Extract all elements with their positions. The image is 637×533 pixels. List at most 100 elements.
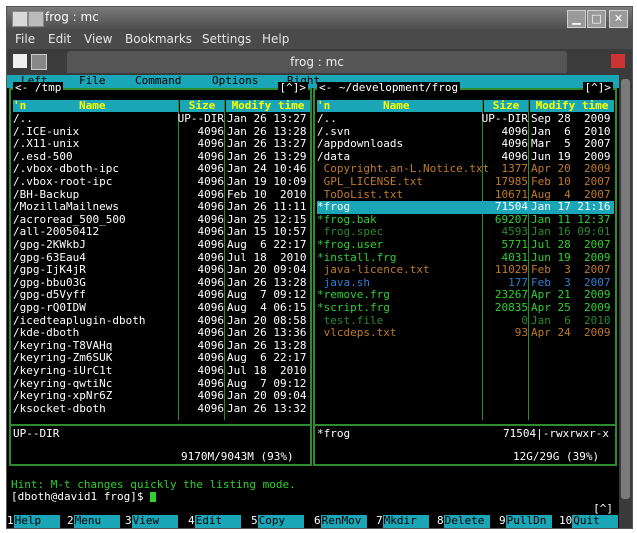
left-file-row[interactable]: /ksocket-dboth 4096 Jan 26 13:32 (13, 401, 310, 416)
fkey-quit[interactable]: 10Quit (559, 514, 619, 528)
left-file-name: /.vbox-root-ipc (13, 175, 113, 188)
fkey-number: 9 (499, 514, 506, 527)
fkey-mkdir[interactable]: 7Mkdir (376, 514, 429, 528)
left-file-row[interactable]: /.vbox-root-ipc 4096 Jan 19 10:09 (13, 175, 310, 189)
right-file-name: /appdownloads (317, 137, 404, 151)
left-panel[interactable]: <- /tmp [^]> 'n Name Size Modify time /.… (9, 81, 312, 466)
right-file-name: /.. (317, 112, 337, 125)
tab-frog[interactable]: frog : mc (67, 51, 567, 73)
menu-file[interactable]: File (15, 32, 35, 46)
right-file-mtime: Apr 24 2009 (531, 326, 611, 340)
menu-view[interactable]: View (84, 32, 112, 46)
fkey-label: Help (13, 514, 60, 528)
new-tab-icon[interactable] (13, 54, 27, 68)
right-file-mtime: Apr 25 2009 (531, 301, 611, 314)
fkey-edit[interactable]: 4Edit (188, 514, 241, 528)
left-file-name: /.. (13, 112, 33, 125)
left-name-header[interactable]: 'n Name (13, 99, 178, 112)
right-file-size: UP--DIR (481, 112, 528, 125)
left-file-name: /gpg-2KWkbJ (13, 238, 86, 251)
left-file-mtime: Jan 26 13:36 (227, 326, 307, 340)
left-file-row[interactable]: /MozillaMailnews 4096 Jan 26 11:11 (13, 201, 310, 214)
left-file-name: /gpg-IjK4jR (13, 263, 86, 277)
left-panel-corner[interactable]: [^]> (277, 81, 308, 95)
fkey-view[interactable]: 3View (125, 514, 178, 528)
left-mtime-header[interactable]: Modify time (226, 99, 310, 112)
maximize-icon[interactable]: □ (587, 10, 606, 28)
right-file-row[interactable]: /appdownloads 4096 Mar 5 2007 (317, 138, 614, 151)
right-file-row[interactable]: GPL_LICENSE.txt 17985 Feb 10 2007 (317, 175, 614, 189)
left-file-mtime: Jan 20 09:04 (227, 263, 307, 277)
right-file-row[interactable]: *script.frg 20835 Apr 25 2009 (317, 301, 614, 315)
function-key-bar: 1Help 2Menu 3View 4Edit 5Copy 6RenMov 7Mkdir 8D… (7, 514, 619, 528)
menu-settings[interactable]: Settings (202, 32, 251, 46)
terminal-area[interactable]: Left File Command Options Right <- /tmp … (7, 74, 619, 528)
left-info-line: UP--DIR (13, 427, 60, 440)
fkey-number: 1 (7, 514, 14, 527)
left-file-row[interactable]: /keyring-xpNr6Z 4096 Jan 20 09:04 (13, 390, 310, 403)
right-file-mtime: Sep 28 2009 (531, 112, 611, 125)
right-file-size: 71504 (494, 200, 528, 214)
right-file-row[interactable]: vlcdeps.txt 93 Apr 24 2009 (317, 327, 614, 340)
terminal-app-icon (28, 11, 44, 27)
right-name-header[interactable]: 'n Name (317, 99, 482, 112)
left-file-mtime: Jul 18 2010 (227, 364, 307, 377)
left-file-size: 4096 (197, 301, 225, 314)
left-file-row[interactable]: /keyring-iUrC1t 4096 Jul 18 2010 (13, 364, 310, 378)
right-file-row[interactable]: *frog.user 5771 Jul 28 2007 (317, 238, 614, 252)
right-file-row[interactable]: *frog 71504 Jan 17 21:16 (317, 201, 614, 214)
left-file-row[interactable]: /.. UP--DIR Jan 26 13:27 (13, 112, 310, 126)
left-name-header-label: Name (79, 99, 106, 112)
left-file-size: 4096 (197, 401, 225, 415)
close-tab-icon[interactable] (611, 54, 625, 68)
menu-bookmarks[interactable]: Bookmarks (125, 32, 192, 46)
minimize-icon[interactable]: ▁ (567, 10, 586, 28)
scrollbar-thumb[interactable] (621, 79, 630, 499)
left-file-row[interactable]: /gpg-rQ0IDW 4096 Aug 4 06:15 (13, 301, 310, 315)
left-file-row[interactable]: /gpg-IjK4jR 4096 Jan 20 09:04 (13, 264, 310, 277)
left-file-mtime: Jan 20 09:04 (227, 389, 307, 403)
left-size-header[interactable]: Size (180, 99, 224, 112)
mc-menu-options[interactable]: Options (212, 74, 258, 88)
right-file-name: GPL_LICENSE.txt (317, 175, 423, 188)
right-file-name: java-licence.txt (317, 263, 430, 277)
left-panel-path[interactable]: <- /tmp (13, 81, 64, 95)
tab-bar: frog : mc (7, 49, 632, 75)
left-info-divider (11, 424, 310, 426)
left-file-row[interactable]: /.X11-unix 4096 Jan 26 13:27 (13, 138, 310, 151)
right-file-name: *frog (317, 200, 351, 214)
right-panel-path[interactable]: <- ~/development/frog (317, 81, 461, 95)
fkey-delete[interactable]: 8Delete (437, 514, 490, 528)
fkey-number: 3 (125, 514, 132, 527)
right-file-row[interactable]: /.. UP--DIR Sep 28 2009 (317, 112, 614, 126)
title-bar[interactable]: frog : mc ▁ □ ✕ (7, 7, 632, 29)
right-panel[interactable]: <- ~/development/frog [^]> 'n Name Size … (313, 81, 617, 466)
left-file-size: 4096 (197, 137, 225, 151)
close-icon[interactable]: ✕ (609, 10, 628, 28)
right-file-row[interactable]: java-licence.txt 11029 Feb 3 2007 (317, 264, 614, 277)
right-file-size: 17985 (494, 175, 528, 188)
right-info-detail: 71504|-rwxrwxr-x (503, 427, 609, 440)
tab-list-icon[interactable] (31, 54, 47, 70)
fkey-menu[interactable]: 2Menu (67, 514, 120, 528)
fkey-label: Delete (443, 514, 490, 528)
fkey-copy[interactable]: 5Copy (251, 514, 304, 528)
left-file-row[interactable]: /kde-dboth 4096 Jan 26 13:36 (13, 327, 310, 340)
fkey-renmov[interactable]: 6RenMov (314, 514, 367, 528)
menu-edit[interactable]: Edit (48, 32, 71, 46)
shell-prompt[interactable]: [dboth@david1 frog]$ (11, 490, 157, 504)
mc-menu-command[interactable]: Command (135, 74, 181, 88)
right-panel-corner[interactable]: [^]> (582, 81, 613, 95)
right-mtime-header[interactable]: Modify time (530, 99, 614, 112)
right-file-size: 4096 (501, 137, 529, 151)
fkey-pulldn[interactable]: 9PullDn (499, 514, 552, 528)
right-info-divider (315, 424, 615, 426)
terminal-scrollbar[interactable] (619, 75, 632, 528)
right-size-header[interactable]: Size (484, 99, 528, 112)
fkey-help[interactable]: 1Help (7, 514, 60, 528)
mc-menu-file[interactable]: File (79, 74, 106, 88)
left-file-mtime: Aug 4 06:15 (227, 301, 307, 314)
menu-help[interactable]: Help (262, 32, 289, 46)
left-file-row[interactable]: /gpg-2KWkbJ 4096 Aug 6 22:17 (13, 238, 310, 252)
window-menu-icon[interactable] (12, 11, 28, 27)
